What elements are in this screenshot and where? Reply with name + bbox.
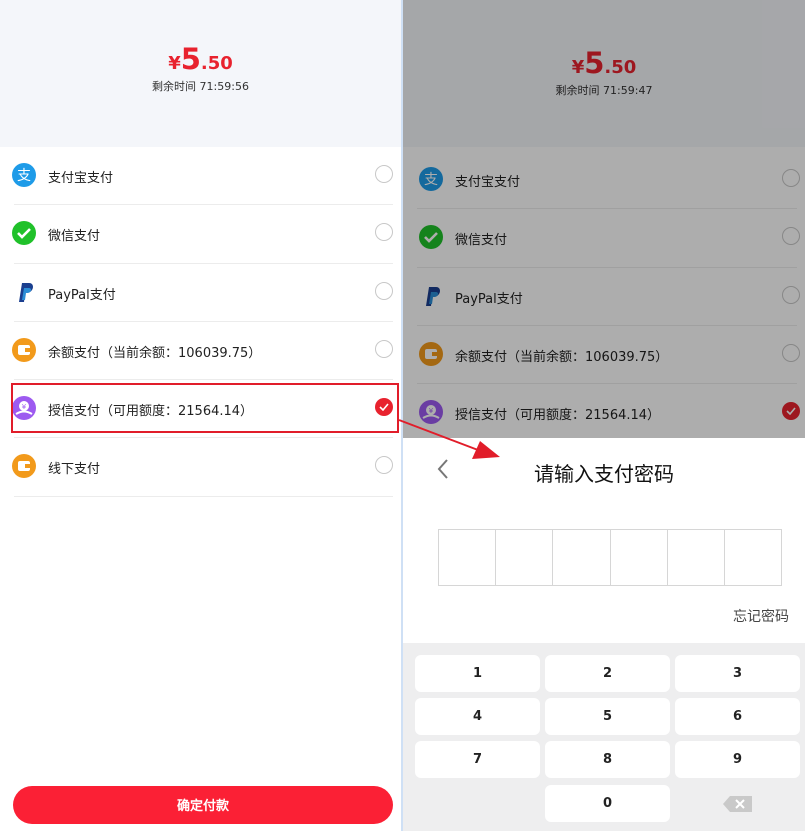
payment-method-label: 余额支付（当前余额：106039.75） [48,345,262,361]
numeric-keypad: 1 2 3 4 5 6 7 8 9 0 [403,643,805,831]
radio-button[interactable] [375,339,393,358]
key-2[interactable]: 2 [545,655,670,692]
backspace-key[interactable] [675,785,800,822]
wechat-icon [12,221,36,246]
password-digit-box [553,530,611,585]
password-sheet: 请输入支付密码 忘记密码 1 2 3 4 5 6 7 8 9 0 [403,438,805,831]
payment-method-label: 线下支付 [48,462,101,478]
password-digit-box [668,530,725,585]
amount-integer: 5 [180,42,201,76]
alipay-icon: 支 [12,163,36,187]
backspace-icon [722,796,752,812]
wallet-icon [12,454,36,479]
forgot-password-link[interactable]: 忘记密码 [733,606,789,626]
remaining-time: 剩余时间 71:59:56 [152,80,249,93]
password-digit-box [439,530,497,585]
payment-method-label: PayPal支付 [48,287,116,303]
modal-dim-overlay[interactable] [403,0,805,438]
payment-method-list: 支 支付宝支付 微信支付 PayPal支付 余额支付（当前余额：106039.7… [0,147,401,497]
key-8[interactable]: 8 [545,741,670,778]
key-0[interactable]: 0 [545,785,670,822]
password-digit-box [611,530,668,585]
key-6[interactable]: 6 [675,698,800,735]
payment-screen-right: ¥5.50 剩余时间 71:59:47 支 支付宝支付 微信支付 PayPal支… [403,0,805,831]
payment-method-balance[interactable]: 余额支付（当前余额：106039.75） [0,322,401,381]
password-digit-box [496,530,554,585]
key-5[interactable]: 5 [545,698,670,735]
payment-method-wechat[interactable]: 微信支付 [0,205,401,264]
radio-button[interactable] [375,281,393,300]
radio-button[interactable] [375,165,393,183]
payment-method-alipay[interactable]: 支 支付宝支付 [0,147,401,206]
payment-method-label: 微信支付 [48,229,101,245]
payment-header: ¥5.50 剩余时间 71:59:56 [0,0,401,147]
currency-symbol: ¥ [168,53,181,74]
password-digit-box [725,530,781,585]
svg-text:支: 支 [17,168,31,184]
payment-screen-left: ¥5.50 剩余时间 71:59:56 支 支付宝支付 微信支付 PayPal支… [0,0,401,831]
key-1[interactable]: 1 [415,655,540,692]
wallet-icon [12,337,36,362]
radio-button[interactable] [375,456,393,475]
confirm-payment-button[interactable]: 确定付款 [13,786,393,824]
key-9[interactable]: 9 [675,741,800,778]
payment-method-offline[interactable]: 线下支付 [0,438,401,497]
order-amount: ¥5.50 [0,42,401,76]
payment-method-label: 支付宝支付 [48,171,114,186]
amount-decimal: .50 [200,53,233,74]
password-input[interactable] [438,529,782,586]
key-4[interactable]: 4 [415,698,540,735]
paypal-icon [12,280,36,304]
selection-highlight-box [11,383,399,433]
key-7[interactable]: 7 [415,741,540,778]
radio-button[interactable] [375,223,393,242]
key-3[interactable]: 3 [675,655,800,692]
sheet-title: 请输入支付密码 [534,462,674,486]
payment-method-paypal[interactable]: PayPal支付 [0,264,401,322]
